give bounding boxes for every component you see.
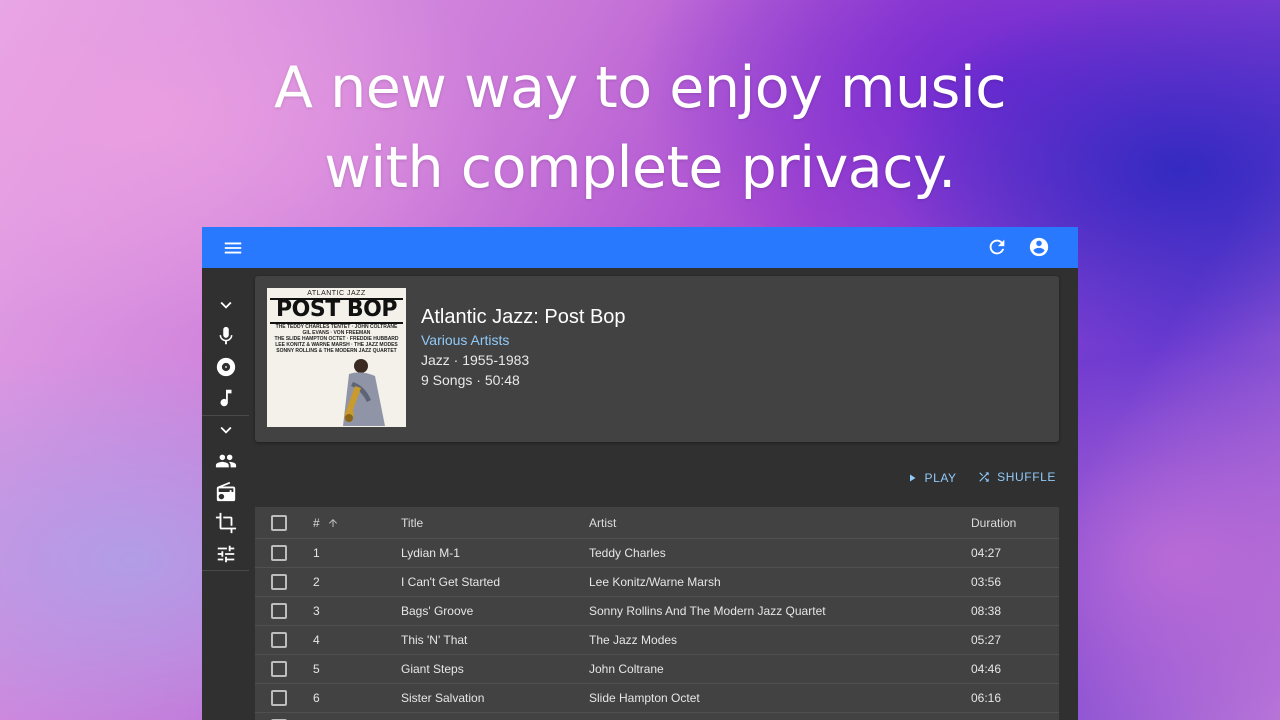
chevron-down-icon[interactable] <box>215 419 237 441</box>
track-title: Giant Steps <box>401 662 464 676</box>
track-number: 3 <box>313 604 320 618</box>
album-title: Atlantic Jazz: Post Bop <box>421 306 626 328</box>
track-artist: John Coltrane <box>589 662 664 676</box>
sidebar-divider <box>202 415 249 416</box>
track-number: 4 <box>313 633 320 647</box>
table-row[interactable]: 4 This 'N' That The Jazz Modes 05:27 <box>255 626 1059 655</box>
table-row[interactable] <box>255 713 1059 720</box>
cover-name-line: SONNY ROLLINS & THE MODERN JAZZ QUARTET <box>276 348 397 354</box>
account-circle-icon[interactable] <box>1028 236 1050 258</box>
table-row[interactable]: 5 Giant Steps John Coltrane 04:46 <box>255 655 1059 684</box>
column-header-artist[interactable]: Artist <box>589 516 616 530</box>
radio-icon[interactable] <box>215 481 237 503</box>
sort-ascending-icon <box>329 518 338 527</box>
microphone-icon[interactable] <box>215 325 237 347</box>
sidebar-divider <box>202 570 249 571</box>
shuffle-icon <box>979 472 989 482</box>
people-icon[interactable] <box>215 450 237 472</box>
album-artist-link[interactable]: Various Artists <box>421 332 626 348</box>
tune-icon[interactable] <box>215 543 237 565</box>
track-artist: Slide Hampton Octet <box>589 691 700 705</box>
album-songs-duration: 9 Songs · 50:48 <box>421 372 520 388</box>
track-number: 6 <box>313 691 320 705</box>
shuffle-button[interactable]: SHUFFLE <box>977 470 1056 484</box>
table-row[interactable]: 1 Lydian M-1 Teddy Charles 04:27 <box>255 539 1059 568</box>
sidebar <box>202 268 249 720</box>
column-header-title[interactable]: Title <box>401 516 423 530</box>
album-info: Atlantic Jazz: Post Bop Various Artists … <box>421 305 626 388</box>
album-details-card: ATLANTIC JAZZ POST BOP THE TEDDY CHARLES… <box>255 276 1059 442</box>
track-duration: 04:46 <box>971 662 1002 676</box>
column-header-duration[interactable]: Duration <box>971 516 1016 530</box>
shuffle-label: SHUFFLE <box>997 470 1056 484</box>
play-label: PLAY <box>924 471 957 485</box>
saxophonist-illustration <box>343 359 385 426</box>
menu-icon[interactable] <box>222 237 244 259</box>
album-disc-icon[interactable] <box>215 356 237 378</box>
promo-headline: A new way to enjoy music with complete p… <box>0 48 1280 208</box>
play-button[interactable]: PLAY <box>906 471 956 485</box>
track-number: 5 <box>313 662 320 676</box>
track-duration: 06:16 <box>971 691 1002 705</box>
row-checkbox[interactable] <box>271 690 287 706</box>
table-row[interactable]: 3 Bags' Groove Sonny Rollins And The Mod… <box>255 597 1059 626</box>
track-artist: Lee Konitz/Warne Marsh <box>589 575 721 589</box>
row-checkbox[interactable] <box>271 603 287 619</box>
track-duration: 04:27 <box>971 546 1002 560</box>
refresh-icon[interactable] <box>986 236 1008 258</box>
song-table: # Title Artist Duration 1 Lydian M-1 Ted… <box>255 507 1059 720</box>
row-checkbox[interactable] <box>271 545 287 561</box>
play-icon <box>910 474 916 482</box>
album-actions: PLAY SHUFFLE <box>890 470 1056 486</box>
album-cover[interactable]: ATLANTIC JAZZ POST BOP THE TEDDY CHARLES… <box>267 288 406 427</box>
app-bar <box>202 227 1078 268</box>
crop-icon[interactable] <box>215 512 237 534</box>
cover-names: THE TEDDY CHARLES TENTET · JOHN COLTRANE… <box>269 324 404 354</box>
track-title: Sister Salvation <box>401 691 485 705</box>
select-all-checkbox[interactable] <box>271 514 287 531</box>
cover-brand: ATLANTIC JAZZ <box>307 290 366 297</box>
row-checkbox[interactable] <box>271 661 287 677</box>
track-artist: Teddy Charles <box>589 546 666 560</box>
table-header: # Title Artist Duration <box>255 507 1059 539</box>
track-artist: The Jazz Modes <box>589 633 678 647</box>
track-duration: 05:27 <box>971 633 1002 647</box>
cover-title: POST BOP <box>276 297 397 322</box>
row-checkbox[interactable] <box>271 632 287 648</box>
track-artist: Sonny Rollins And The Modern Jazz Quarte… <box>589 604 826 618</box>
row-checkbox[interactable] <box>271 574 287 590</box>
music-note-icon[interactable] <box>215 387 237 409</box>
column-header-num[interactable]: # <box>313 516 339 530</box>
track-title: I Can't Get Started <box>401 575 501 589</box>
table-row[interactable]: 2 I Can't Get Started Lee Konitz/Warne M… <box>255 568 1059 597</box>
track-duration: 08:38 <box>971 604 1002 618</box>
track-number: 1 <box>313 546 320 560</box>
track-title: This 'N' That <box>401 633 468 647</box>
track-title: Bags' Groove <box>401 604 474 618</box>
album-genre-years: Jazz · 1955-1983 <box>421 352 530 368</box>
music-app-window: ATLANTIC JAZZ POST BOP THE TEDDY CHARLES… <box>202 227 1078 720</box>
track-duration: 03:56 <box>971 575 1002 589</box>
table-row[interactable]: 6 Sister Salvation Slide Hampton Octet 0… <box>255 684 1059 713</box>
headline-line-2: with complete privacy. <box>324 135 956 201</box>
track-number: 2 <box>313 575 320 589</box>
track-title: Lydian M-1 <box>401 546 460 560</box>
chevron-down-icon[interactable] <box>215 294 237 316</box>
headline-line-1: A new way to enjoy music <box>273 55 1007 121</box>
